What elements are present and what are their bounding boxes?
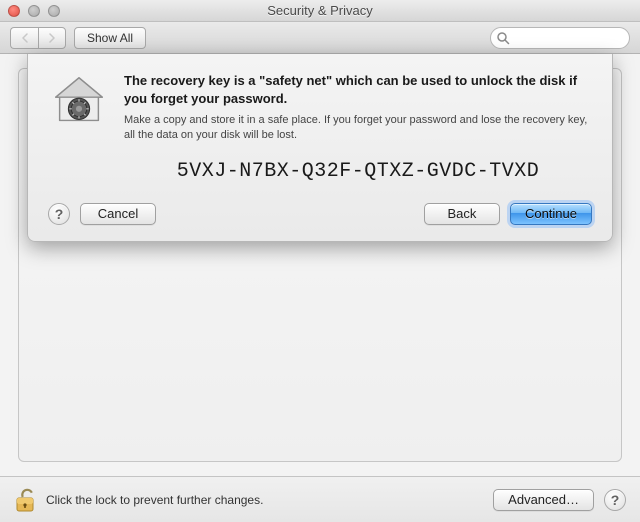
nav-group (10, 27, 66, 49)
advanced-label: Advanced… (508, 492, 579, 507)
toolbar: Show All (0, 22, 640, 54)
lock-icon[interactable] (14, 486, 36, 514)
back-button[interactable] (10, 27, 38, 49)
continue-button[interactable]: Continue (510, 203, 592, 225)
continue-label: Continue (525, 206, 577, 221)
lock-help-text: Click the lock to prevent further change… (46, 493, 483, 507)
recovery-key-dialog: The recovery key is a "safety net" which… (27, 54, 613, 242)
dialog-subtext: Make a copy and store it in a safe place… (124, 113, 592, 144)
help-button[interactable]: ? (48, 203, 70, 225)
advanced-button[interactable]: Advanced… (493, 489, 594, 511)
show-all-label: Show All (87, 31, 133, 45)
forward-button[interactable] (38, 27, 66, 49)
search-icon (496, 31, 510, 45)
search-input[interactable] (490, 27, 630, 49)
window-titlebar: Security & Privacy (0, 0, 640, 22)
dialog-back-button[interactable]: Back (424, 203, 500, 225)
recovery-key-value: 5VXJ-N7BX-Q32F-QTXZ-GVDC-TVXD (124, 160, 592, 183)
cancel-button[interactable]: Cancel (80, 203, 156, 225)
search-wrap (490, 27, 630, 49)
bottom-bar: Click the lock to prevent further change… (0, 476, 640, 522)
dialog-heading: The recovery key is a "safety net" which… (124, 72, 592, 107)
window-title: Security & Privacy (0, 3, 640, 18)
filevault-icon (48, 72, 110, 134)
pane-help-button[interactable]: ? (604, 489, 626, 511)
back-label: Back (448, 206, 477, 221)
show-all-button[interactable]: Show All (74, 27, 146, 49)
cancel-label: Cancel (98, 206, 138, 221)
dialog-footer: ? Cancel Back Continue (48, 203, 592, 225)
